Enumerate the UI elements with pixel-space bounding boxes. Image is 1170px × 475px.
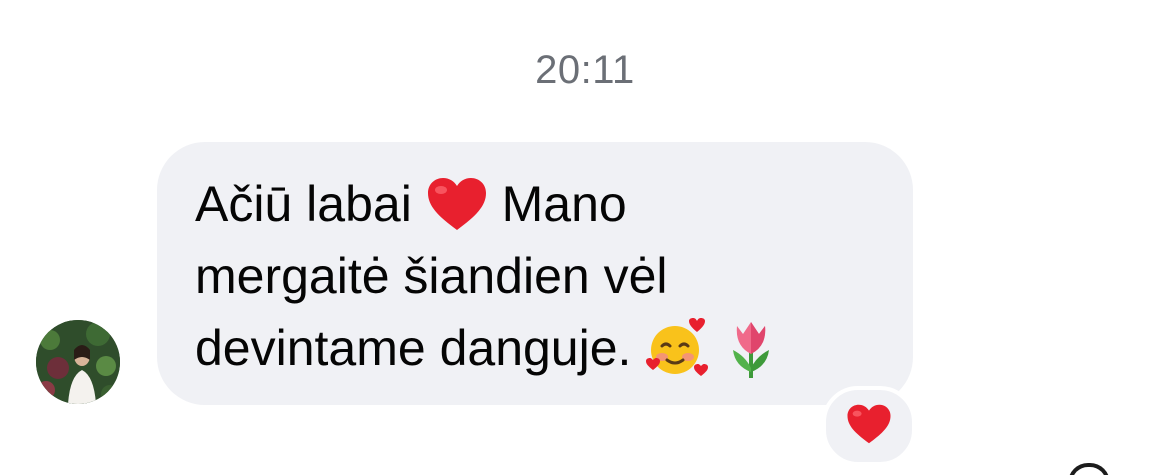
smiling-face-with-hearts-emoji (645, 317, 711, 378)
red-heart-emoji (846, 403, 892, 450)
message-text: Ačiū labai Mano mergaitė šiandien vėl de… (195, 168, 883, 384)
tulip-emoji (725, 316, 777, 380)
chat-thread: 20:11 Ačiū labai Mano mergaitė šiandien … (0, 0, 1170, 475)
message-reaction[interactable] (822, 386, 916, 466)
message-line-3: devintame danguje. (195, 312, 883, 384)
message-line-1: Ačiū labai Mano (195, 168, 883, 240)
red-heart-emoji (426, 176, 488, 232)
message-text-part: Mano (501, 176, 627, 232)
message-timestamp: 20:11 (535, 48, 635, 92)
message-text-part: Ačiū labai (195, 176, 412, 232)
message-line-2: mergaitė šiandien vėl (195, 248, 668, 304)
message-text-part: devintame danguje. (195, 320, 632, 376)
avatar-photo (36, 320, 120, 404)
message-bubble[interactable]: Ačiū labai Mano mergaitė šiandien vėl de… (157, 142, 913, 405)
partial-icon (1068, 463, 1110, 475)
sender-avatar[interactable] (36, 320, 120, 404)
